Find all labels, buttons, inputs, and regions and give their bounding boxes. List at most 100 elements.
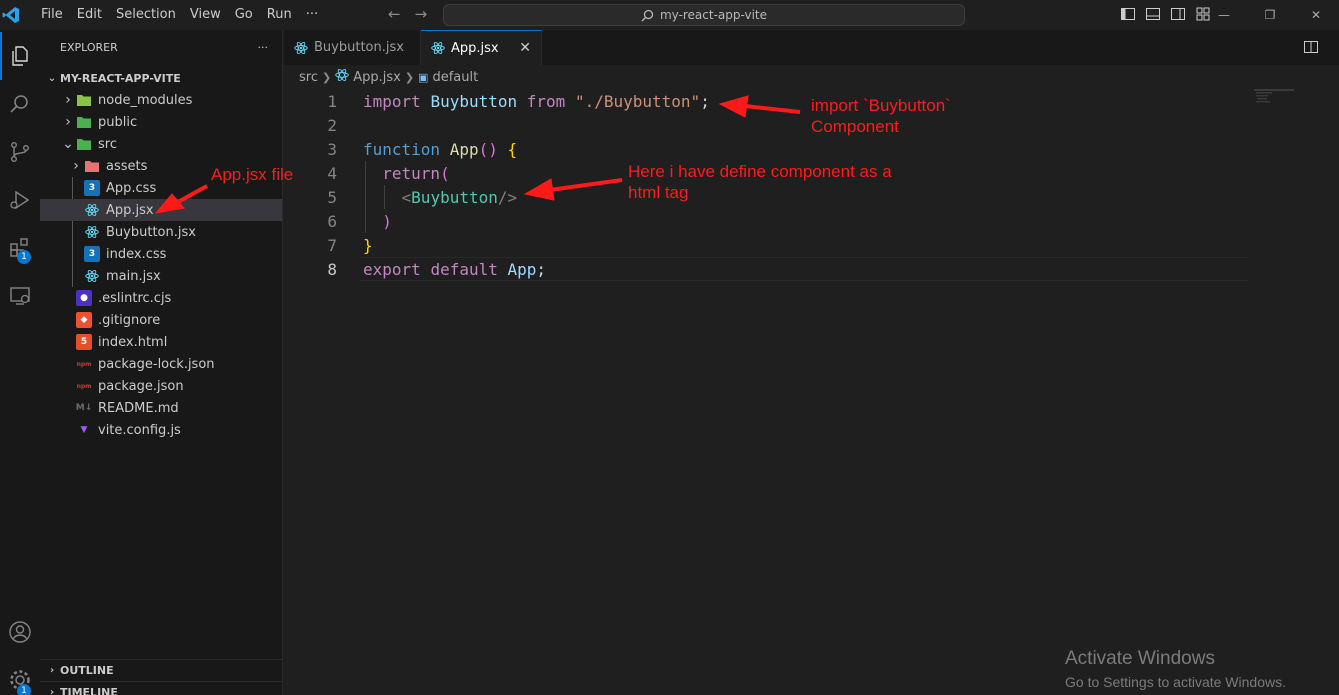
settings-badge: 1 [17,684,31,695]
menu-run[interactable]: Run [260,0,299,30]
menu-selection[interactable]: Selection [109,0,183,30]
annotation-import: import `Buybutton` Component [811,96,951,136]
menu-go[interactable]: Go [228,0,260,30]
folder-icon [76,92,92,108]
outline-section[interactable]: › OUTLINE [40,659,282,681]
tree-item[interactable]: 3 index.css [40,243,282,265]
breadcrumb-file[interactable]: App.jsx [353,70,401,85]
activate-windows-watermark: Activate Windows Go to Settings to activ… [1065,648,1286,690]
accounts-icon[interactable] [0,608,40,656]
chevron-right-icon: ❯ [404,70,415,84]
annotation-app-file: App.jsx file [211,165,294,184]
line-number: 7 [327,235,337,255]
minimap[interactable] [1254,89,1314,119]
outline-label: OUTLINE [60,664,114,677]
extensions-icon[interactable]: 1 [0,224,40,272]
git-file-icon: ◆ [76,312,92,328]
run-debug-icon[interactable] [0,176,40,224]
css-file-icon: 3 [84,180,100,196]
chevron-right-icon: › [49,687,55,695]
tree-item[interactable]: ⌄ src [40,133,282,155]
chevron-right-icon: › [73,158,79,174]
tree-item[interactable]: ● .eslintrc.cjs [40,287,282,309]
menu-edit[interactable]: Edit [70,0,109,30]
tree-item-label: assets [106,158,148,174]
annotation-tag: Here i have define component as a html t… [628,162,892,202]
minimize-icon[interactable]: — [1201,0,1247,30]
line-number: 2 [327,115,337,135]
line-number: 8 [327,259,337,279]
tree-item[interactable]: npm package.json [40,375,282,397]
md-file-icon: M↓ [75,403,93,413]
tree-item-label: App.css [106,180,157,196]
source-control-icon[interactable] [0,128,40,176]
tree-item[interactable]: ◆ .gitignore [40,309,282,331]
settings-gear-icon[interactable]: 1 [0,656,40,695]
chevron-down-icon: ⌄ [47,72,57,84]
breadcrumb-symbol[interactable]: default [432,70,478,85]
breadcrumb: src ❯ App.jsx ❯ ▣ default [284,65,1339,89]
close-tab-icon[interactable]: ✕ [519,40,531,56]
tree-item-label: index.css [106,246,167,262]
timeline-section[interactable]: › TIMELINE [40,681,282,695]
explorer-sidebar: EXPLORER ··· ⌄ MY-REACT-APP-VITE › node_m… [40,30,283,695]
workspace-root[interactable]: ⌄ MY-REACT-APP-VITE [40,67,282,89]
restore-icon[interactable]: ❐ [1247,0,1293,30]
vscode-logo-icon [0,4,22,26]
explorer-icon[interactable] [0,32,40,80]
tree-item-label: node_modules [98,92,193,108]
explorer-more-icon[interactable]: ··· [258,41,269,54]
remote-explorer-icon[interactable] [0,272,40,320]
code-line-3: 3 function App() { [284,137,1284,161]
html-file-icon: 5 [76,334,92,350]
react-icon [431,41,445,55]
menu-view[interactable]: View [183,0,228,30]
symbol-icon: ▣ [418,70,429,84]
tree-item-label: .gitignore [98,312,161,328]
line-number: 6 [327,211,337,231]
react-icon [294,41,308,55]
tree-item[interactable]: Buybutton.jsx [40,221,282,243]
react-icon [335,68,349,86]
search-text: my-react-app-vite [659,8,768,22]
breadcrumb-src[interactable]: src [299,70,318,85]
code-line-7: 7 } [284,233,1284,257]
forward-arrow-icon[interactable]: → [415,5,428,23]
tree-item[interactable]: npm package-lock.json [40,353,282,375]
chevron-right-icon: › [49,665,55,676]
tree-item-label: public [98,114,138,130]
tree-item[interactable]: M↓ README.md [40,397,282,419]
tree-item[interactable]: App.jsx [40,199,282,221]
tab-app-jsx[interactable]: App.jsx ✕ [421,30,542,65]
code-line-8: 8 export default App; [284,257,1284,281]
watermark-subtitle: Go to Settings to activate Windows. [1065,674,1286,690]
eslint-file-icon: ● [76,290,92,306]
css-file-icon: 3 [84,246,100,262]
tree-item[interactable]: main.jsx [40,265,282,287]
tree-item-label: .eslintrc.cjs [98,290,172,306]
editor-tabs: Buybutton.jsx App.jsx ✕ [284,30,1339,65]
tree-item[interactable]: › node_modules [40,89,282,111]
close-window-icon[interactable]: ✕ [1293,0,1339,30]
tree-item[interactable]: 5 index.html [40,331,282,353]
toggle-secondary-sidebar-icon[interactable] [1170,6,1187,23]
folder-icon [76,136,92,152]
tree-item[interactable]: › public [40,111,282,133]
menu-file[interactable]: File [34,0,70,30]
toggle-primary-sidebar-icon[interactable] [1120,6,1137,23]
split-editor-icon[interactable] [1303,39,1319,59]
chevron-right-icon: ❯ [321,70,332,84]
tree-item[interactable]: ▼ vite.config.js [40,419,282,441]
search-icon[interactable] [0,80,40,128]
folder-icon [84,158,100,174]
watermark-title: Activate Windows [1065,648,1215,669]
tree-item-label: index.html [98,334,168,350]
line-number: 5 [327,187,337,207]
back-arrow-icon[interactable]: ← [388,5,401,23]
menu-more[interactable]: ··· [299,0,325,30]
toggle-panel-icon[interactable] [1145,6,1162,23]
command-center-search[interactable]: my-react-app-vite [443,4,965,26]
tab-buybutton-jsx[interactable]: Buybutton.jsx [284,30,421,65]
menu-bar: File Edit Selection View Go Run ··· [34,0,325,30]
explorer-title: EXPLORER [60,41,118,54]
